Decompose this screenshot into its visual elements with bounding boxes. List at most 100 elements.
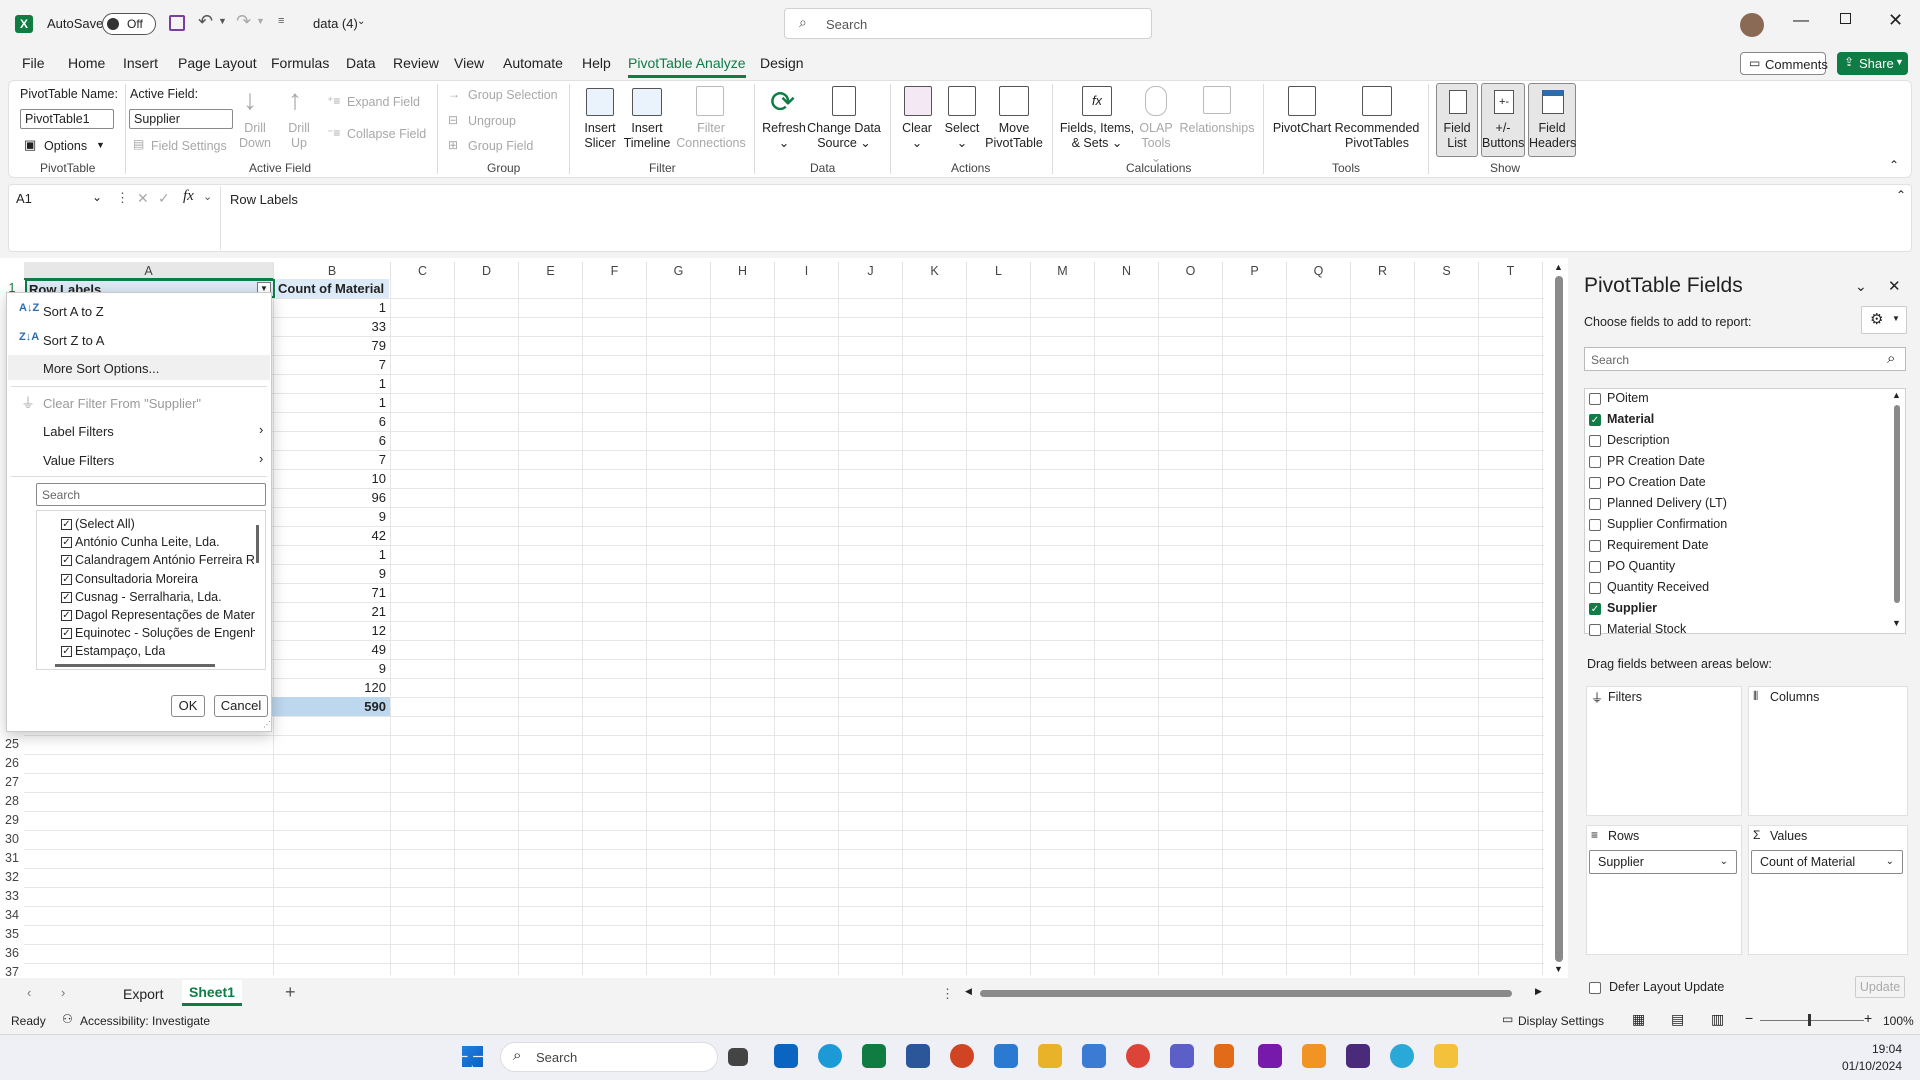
defer-layout-checkbox[interactable] bbox=[1589, 982, 1601, 994]
field-checkbox-po-creation-date[interactable] bbox=[1589, 477, 1601, 489]
zoom-in-icon[interactable]: + bbox=[1864, 1010, 1872, 1026]
field-checkbox-planned-delivery-lt-[interactable] bbox=[1589, 498, 1601, 510]
change-data-source-button[interactable]: Change Data Source ⌄ bbox=[806, 121, 882, 151]
supplier-checkbox[interactable]: ✓ bbox=[61, 537, 72, 549]
horizontal-scroll-thumb[interactable] bbox=[980, 990, 1512, 997]
columns-area[interactable] bbox=[1748, 686, 1908, 816]
row-header-32[interactable]: 32 bbox=[0, 868, 24, 887]
row-header-34[interactable]: 34 bbox=[0, 906, 24, 925]
more-sort-options[interactable]: More Sort Options... bbox=[43, 361, 159, 376]
column-header-g[interactable]: G bbox=[647, 262, 711, 280]
minimize-icon[interactable]: — bbox=[1793, 12, 1809, 30]
drill-down-button[interactable]: Drill Down bbox=[236, 121, 274, 151]
field-settings-button[interactable]: ▤ Field Settings bbox=[133, 137, 233, 155]
display-settings[interactable]: Display Settings bbox=[1518, 1014, 1604, 1028]
menu-data[interactable]: Data bbox=[346, 55, 376, 71]
resize-grip-icon[interactable]: ⋰ bbox=[263, 720, 271, 729]
autosave-toggle[interactable]: Off bbox=[102, 13, 156, 35]
taskbar-search[interactable]: ⌕ Search bbox=[500, 1042, 718, 1072]
row-header-33[interactable]: 33 bbox=[0, 887, 24, 906]
scroll-up-icon[interactable]: ▲ bbox=[1554, 262, 1563, 272]
value-filters[interactable]: Value Filters bbox=[43, 453, 114, 468]
row-header-26[interactable]: 26 bbox=[0, 754, 24, 773]
more-options-icon[interactable]: ⋮ bbox=[116, 190, 129, 206]
orange-app-icon[interactable] bbox=[1302, 1044, 1326, 1068]
field-scroll-up-icon[interactable]: ▲ bbox=[1892, 390, 1901, 400]
field-list-toggle[interactable]: Field List bbox=[1436, 83, 1478, 157]
move-pivottable-button[interactable]: Move PivotTable bbox=[984, 121, 1044, 151]
column-header-k[interactable]: K bbox=[903, 262, 967, 280]
column-header-j[interactable]: J bbox=[839, 262, 903, 280]
formula-content[interactable]: Row Labels bbox=[230, 192, 298, 207]
row-header-30[interactable]: 30 bbox=[0, 830, 24, 849]
values-area[interactable] bbox=[1748, 825, 1908, 955]
clear-filter-supplier[interactable]: Clear Filter From "Supplier" bbox=[43, 396, 201, 411]
expand-formula-bar-icon[interactable]: ⌃ bbox=[1896, 188, 1906, 202]
filename-chevron-icon[interactable]: ⌄ bbox=[357, 16, 365, 27]
rows-area[interactable] bbox=[1586, 825, 1742, 955]
relationships-button[interactable]: Relationships bbox=[1176, 121, 1258, 136]
accessibility-status[interactable]: Accessibility: Investigate bbox=[80, 1014, 210, 1028]
menu-formulas[interactable]: Formulas bbox=[271, 55, 329, 71]
tab-split-handle-icon[interactable]: ⋮ bbox=[941, 986, 954, 1002]
file-name[interactable]: data (4) bbox=[313, 16, 358, 31]
fields-items-sets-button[interactable]: Fields, Items, & Sets ⌄ bbox=[1058, 121, 1136, 151]
vertical-scrollbar[interactable]: ▲ ▼ bbox=[1552, 262, 1566, 977]
supplier-checkbox[interactable]: ✓ bbox=[61, 628, 72, 640]
count-value-cell[interactable]: 9 bbox=[278, 659, 388, 678]
horizontal-scrollbar[interactable]: ◀ ▶ bbox=[963, 986, 1548, 1000]
menu-home[interactable]: Home bbox=[68, 55, 105, 71]
field-label[interactable]: PO Creation Date bbox=[1607, 475, 1706, 493]
prev-sheet-icon[interactable]: ‹ bbox=[27, 985, 31, 1000]
sort-z-to-a[interactable]: Sort Z to A bbox=[43, 333, 104, 348]
fx-chevron-icon[interactable]: ⌄ bbox=[203, 190, 212, 203]
field-label[interactable]: Planned Delivery (LT) bbox=[1607, 496, 1727, 514]
clock-time[interactable]: 19:04 bbox=[1860, 1042, 1902, 1056]
count-value-cell[interactable]: 1 bbox=[278, 298, 388, 317]
name-box[interactable]: A1 ⌄ bbox=[12, 188, 108, 210]
zoom-out-icon[interactable]: − bbox=[1745, 1010, 1753, 1026]
clock-date[interactable]: 01/10/2024 bbox=[1832, 1059, 1902, 1073]
field-label[interactable]: Description bbox=[1607, 433, 1670, 451]
label-filters[interactable]: Label Filters bbox=[43, 424, 114, 439]
field-label[interactable]: Requirement Date bbox=[1607, 538, 1708, 556]
select-button[interactable]: Select ⌄ bbox=[940, 121, 984, 151]
confirm-entry-icon[interactable]: ✓ bbox=[158, 190, 170, 207]
pivot-name-input[interactable]: PivotTable1 bbox=[20, 109, 114, 129]
page-layout-view-icon[interactable]: ▤ bbox=[1671, 1011, 1684, 1028]
options-button[interactable]: ▣ Options ▼ bbox=[22, 136, 108, 156]
field-label[interactable]: POitem bbox=[1607, 391, 1649, 409]
field-label[interactable]: Supplier Confirmation bbox=[1607, 517, 1727, 535]
column-header-i[interactable]: I bbox=[775, 262, 839, 280]
expand-field-button[interactable]: ⁺≡ Expand Field bbox=[327, 94, 437, 112]
next-sheet-icon[interactable]: › bbox=[61, 985, 65, 1000]
insert-timeline-button[interactable]: Insert Timeline bbox=[622, 121, 672, 151]
count-value-cell[interactable]: 33 bbox=[278, 317, 388, 336]
save-icon[interactable] bbox=[169, 15, 185, 31]
scroll-right-icon[interactable]: ▶ bbox=[1535, 986, 1542, 997]
menu-pivottable-analyze[interactable]: PivotTable Analyze bbox=[628, 55, 746, 78]
filters-area[interactable] bbox=[1586, 686, 1742, 816]
count-value-cell[interactable]: 6 bbox=[278, 431, 388, 450]
cancel-button[interactable]: Cancel bbox=[214, 695, 268, 717]
field-search-input[interactable]: Search ⌕ bbox=[1584, 347, 1906, 371]
column-header-s[interactable]: S bbox=[1415, 262, 1479, 280]
collapse-ribbon-icon[interactable]: ⌃ bbox=[1889, 158, 1899, 172]
count-value-cell[interactable]: 71 bbox=[278, 583, 388, 602]
supplier-checkbox[interactable]: ✓ bbox=[61, 610, 72, 621]
count-value-cell[interactable]: 49 bbox=[278, 640, 388, 659]
sheet-tab-sheet1[interactable]: Sheet1 bbox=[182, 980, 242, 1006]
field-label[interactable]: PO Quantity bbox=[1607, 559, 1675, 577]
column-header-p[interactable]: P bbox=[1223, 262, 1287, 280]
cell-b1[interactable]: Count of Material bbox=[276, 279, 389, 298]
count-value-cell[interactable]: 6 bbox=[278, 412, 388, 431]
onenote-icon[interactable] bbox=[1258, 1044, 1282, 1068]
count-value-cell[interactable]: 120 bbox=[278, 678, 388, 697]
field-list-scrollbar[interactable]: ▲ ▼ bbox=[1891, 390, 1903, 632]
supplier-checkbox[interactable]: ✓ bbox=[61, 555, 72, 567]
edge-icon[interactable] bbox=[818, 1044, 842, 1068]
recommended-pivottables-button[interactable]: Recommended PivotTables bbox=[1334, 121, 1420, 151]
field-checkbox-pr-creation-date[interactable] bbox=[1589, 456, 1601, 468]
ungroup-button[interactable]: ⊟ Ungroup bbox=[448, 113, 558, 131]
teams-icon[interactable] bbox=[1170, 1044, 1194, 1068]
